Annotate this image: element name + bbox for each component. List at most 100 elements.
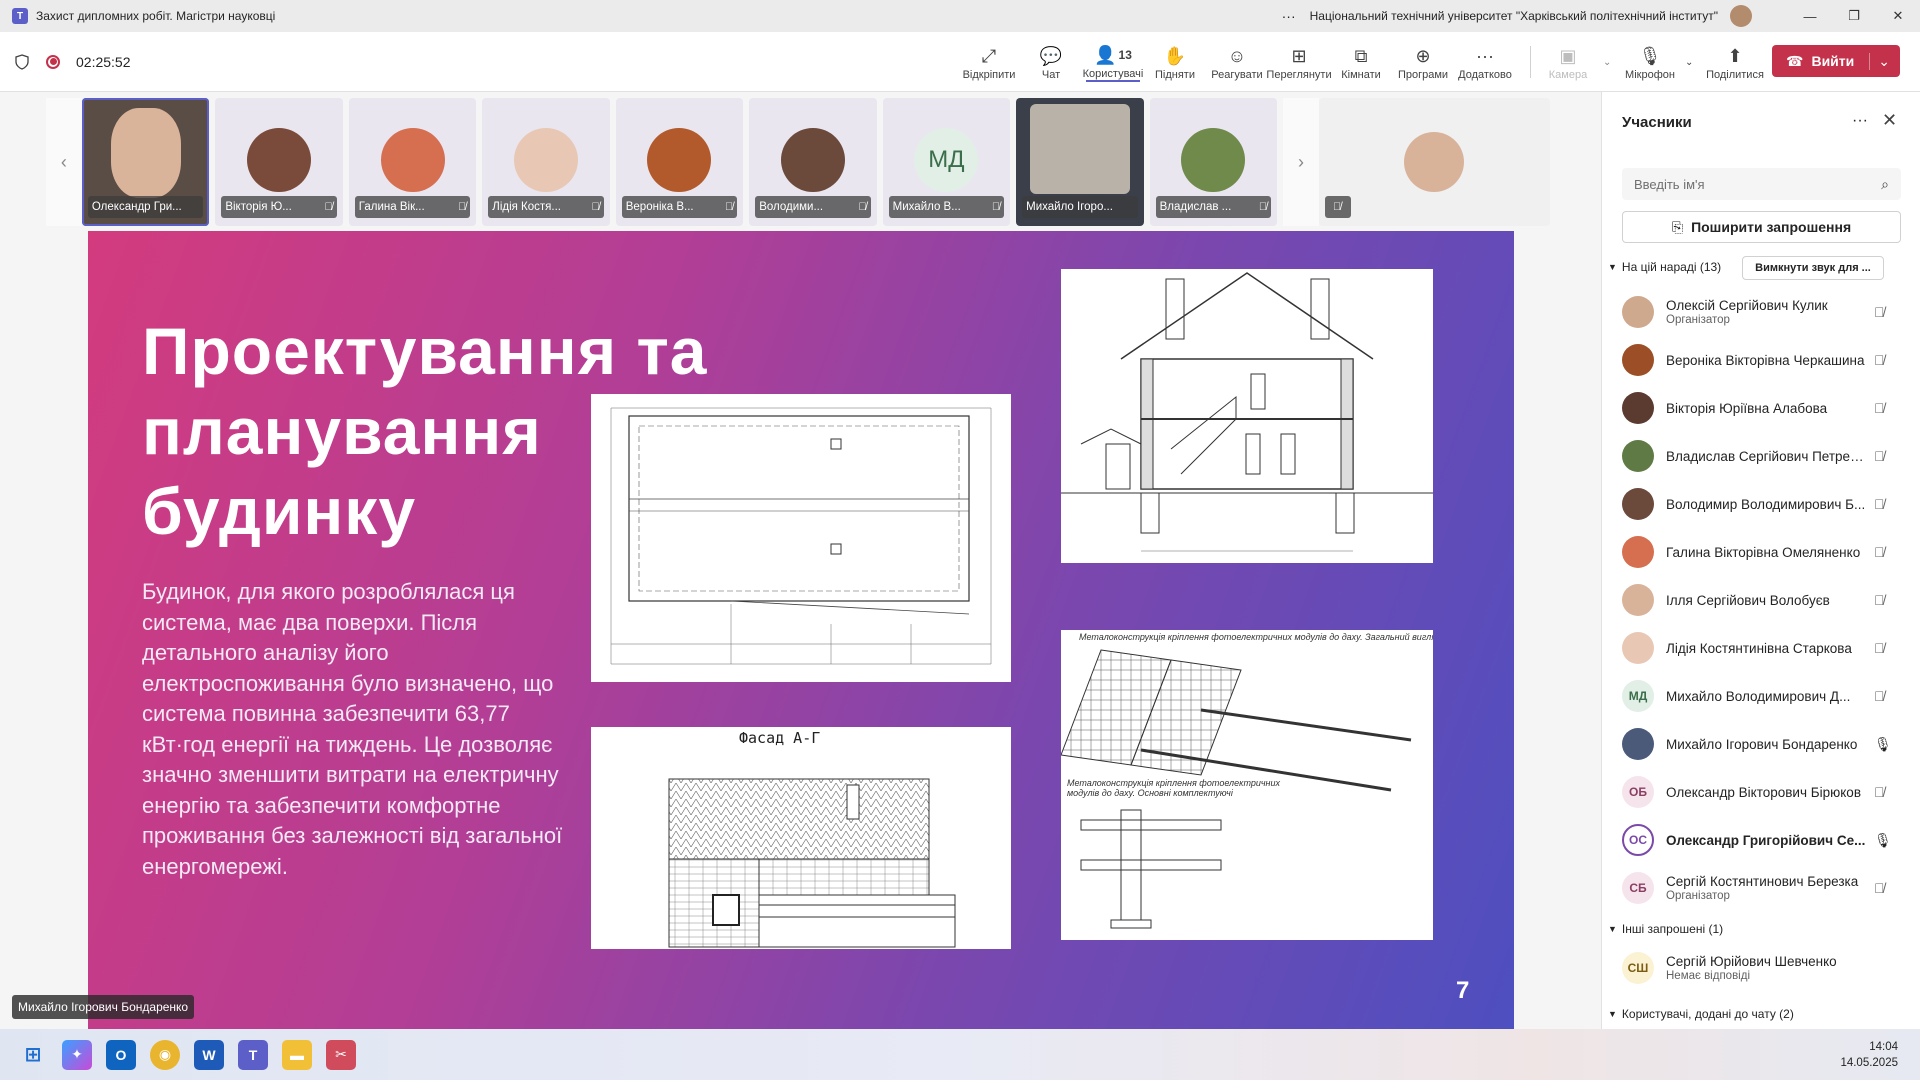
thumbnail[interactable]: Михайло Ігоро...: [1016, 98, 1144, 226]
participant-list: Олексій Сергійович Кулик Організатор 🎙̸ В…: [1602, 288, 1920, 912]
outlook-icon[interactable]: O: [106, 1039, 136, 1070]
participant-name: Володимир Володимирович Б...: [1666, 496, 1866, 512]
participant-row[interactable]: Ілля Сергійович Волобуєв 🎙̸: [1602, 576, 1920, 624]
camera-chevron-icon[interactable]: ⌄: [1603, 57, 1617, 68]
participant-row[interactable]: СБ Сергій Костянтинович Березка Організат…: [1602, 864, 1920, 912]
tool-view[interactable]: ⊞ Переглянути: [1266, 43, 1331, 82]
snipping-tool-icon[interactable]: ✂: [326, 1039, 356, 1070]
mic-off-icon: 🎙̸: [1874, 784, 1885, 800]
tool-unpin[interactable]: ⤢ Відкріпити: [962, 43, 1016, 82]
tool-people[interactable]: 👤 13 Користувачі: [1083, 42, 1143, 82]
slide-page-number: 7: [1456, 977, 1470, 1004]
mount-title-1: Металоконструкція кріплення фотоелектрич…: [1079, 632, 1433, 642]
section-chat-added[interactable]: ▼ Користувачі, додані до чату (2): [1608, 1007, 1794, 1021]
view-icon: ⊞: [1291, 45, 1307, 66]
participant-row[interactable]: ОБ Олександр Вікторович Бірюков 🎙̸: [1602, 768, 1920, 816]
participant-row[interactable]: Вероніка Вікторівна Черкашина 🎙̸: [1602, 336, 1920, 384]
tool-react[interactable]: ☺ Реагувати: [1210, 43, 1264, 82]
invited-row[interactable]: СШ Сергій Юрійович Шевченко Немає відпові…: [1602, 944, 1920, 992]
thumbs-next-icon[interactable]: ›: [1283, 98, 1319, 226]
thumbnail[interactable]: Вікторія Ю... 🎙̸: [215, 98, 343, 226]
participant-row[interactable]: Вікторія Юріївна Алабова 🎙̸: [1602, 384, 1920, 432]
tool-label: Кімнати: [1341, 69, 1381, 81]
thumbnail[interactable]: Олександр Гри...: [81, 98, 210, 226]
participant-name: Михайло Ігорович Бондаренко: [1666, 736, 1858, 752]
participant-row[interactable]: Михайло Ігорович Бондаренко 🎙: [1602, 720, 1920, 768]
tool-label: Реагувати: [1211, 69, 1263, 81]
participant-row[interactable]: Владислав Сергійович Петренко 🎙̸: [1602, 432, 1920, 480]
thumbnail[interactable]: Лідія Костя... 🎙̸: [482, 98, 610, 226]
participant-name: Олександр Вікторович Бірюков: [1666, 784, 1861, 800]
panel-title: Учасники: [1622, 114, 1692, 131]
tool-apps[interactable]: ⊕ Програми: [1396, 43, 1450, 82]
thumbnail-name: Лідія Костя... 🎙̸: [488, 196, 604, 218]
participant-avatar: [1622, 392, 1654, 424]
windows-taskbar: ⊞ ✦ O ◉ W T ▬ ✂ 14:04 14.05.2025: [0, 1029, 1920, 1080]
participant-name: Ілля Сергійович Волобуєв: [1666, 592, 1830, 608]
thumbnail[interactable]: МД Михайло В... 🎙̸: [882, 98, 1011, 226]
thumbnail-name: Михайло Ігоро...: [1022, 196, 1138, 218]
mount-title-2: Металоконструкція кріплення фотоелектрич…: [1067, 778, 1280, 798]
panel-close-icon[interactable]: ✕: [1882, 110, 1897, 131]
meeting-tools: ⤢ Відкріпити 💬 Чат 👤 13 Користувачі ✋ Під…: [962, 32, 1773, 92]
participant-initials: СБ: [1622, 872, 1654, 904]
tool-chat[interactable]: 💬 Чат: [1024, 43, 1078, 82]
taskbar-clock[interactable]: 14:04 14.05.2025: [1840, 1039, 1898, 1071]
windows-start-icon[interactable]: ⊞: [18, 1040, 48, 1070]
mic-off-icon: 🎙̸: [1874, 448, 1885, 464]
thumbnail[interactable]: Владислав ... 🎙̸: [1149, 98, 1278, 226]
mic-off-icon: 🎙̸: [458, 201, 467, 213]
participant-search-input[interactable]: Введіть ім'я ⌕: [1622, 168, 1901, 200]
thumbnail[interactable]: Галина Вік... 🎙̸: [348, 98, 477, 226]
self-view[interactable]: 🎙̸: [1318, 98, 1550, 226]
close-window-icon[interactable]: ✕: [1876, 8, 1920, 24]
thumbnail-name-text: Галина Вік...: [358, 201, 425, 213]
more-options-icon[interactable]: ···: [1282, 8, 1296, 24]
participants-count: 13: [1118, 48, 1132, 62]
active-speaker-label: Михайло Ігорович Бондаренко: [12, 995, 195, 1019]
participant-row[interactable]: Лідія Костянтинівна Старкова 🎙̸: [1602, 624, 1920, 672]
section-label: Інші запрошені (1): [1621, 922, 1724, 936]
thumbnail[interactable]: Вероніка В... 🎙̸: [615, 98, 744, 226]
account-avatar[interactable]: [1730, 5, 1752, 27]
word-icon[interactable]: W: [194, 1039, 224, 1070]
mic-off-icon: 🎙̸: [724, 201, 734, 213]
section-other-invited[interactable]: ▼ Інші запрошені (1): [1608, 922, 1723, 936]
teams-taskbar-icon[interactable]: T: [238, 1039, 268, 1070]
participant-row[interactable]: Галина Вікторівна Омеляненко 🎙̸: [1602, 528, 1920, 576]
thumbnail[interactable]: Володими... 🎙̸: [749, 98, 877, 226]
mic-button[interactable]: 🎙 Мікрофон: [1623, 43, 1677, 82]
chrome-icon[interactable]: ◉: [150, 1039, 180, 1070]
mic-off-icon: 🎙̸: [1874, 640, 1885, 656]
leave-chevron-icon[interactable]: ⌄: [1869, 52, 1890, 70]
participant-avatar: [1622, 536, 1654, 568]
participant-row[interactable]: Володимир Володимирович Б... 🎙̸: [1602, 480, 1920, 528]
participant-row[interactable]: МД Михайло Володимирович Д... 🎙̸: [1602, 672, 1920, 720]
leave-button[interactable]: ☎ Вийти ⌄: [1772, 45, 1900, 77]
participants-panel: Учасники ··· ✕ Введіть ім'я ⌕ ⎘ Поширити…: [1601, 92, 1920, 1029]
shield-icon: [15, 53, 29, 70]
share-button[interactable]: ⬆ Поділитися: [1705, 43, 1765, 82]
thumbnail-name-text: Олександр Гри...: [91, 201, 182, 213]
teams-icon: T: [12, 8, 28, 24]
participant-name: Олексій Сергійович Кулик: [1666, 298, 1828, 313]
tool-more[interactable]: ··· Додатково: [1458, 43, 1512, 82]
tool-rooms[interactable]: ⧉ Кімнати: [1334, 43, 1388, 82]
thumbs-prev-icon[interactable]: ‹: [46, 98, 82, 226]
panel-more-icon[interactable]: ···: [1852, 112, 1868, 130]
mic-chevron-icon[interactable]: ⌄: [1685, 57, 1699, 68]
tool-raise-hand[interactable]: ✋ Підняти: [1148, 43, 1202, 82]
restore-icon[interactable]: ❐: [1832, 8, 1876, 24]
section-in-meeting[interactable]: ▼ На цій нараді (13): [1608, 260, 1721, 274]
participant-row[interactable]: ОС Олександр Григорійович Се... 🎙: [1602, 816, 1920, 864]
share-invite-button[interactable]: ⎘ Поширити запрошення: [1622, 211, 1901, 243]
file-explorer-icon[interactable]: ▬: [282, 1039, 312, 1070]
leave-label: Вийти: [1811, 53, 1855, 69]
participant-row[interactable]: Олексій Сергійович Кулик Організатор 🎙̸: [1602, 288, 1920, 336]
mic-off-icon: 🎙̸: [1874, 304, 1885, 320]
camera-button[interactable]: ▣ Камера: [1541, 43, 1595, 82]
copilot-icon[interactable]: ✦: [62, 1039, 92, 1070]
mute-all-button[interactable]: Вимкнути звук для ...: [1742, 256, 1884, 280]
mic-on-icon: 🎙: [1874, 831, 1892, 848]
minimize-icon[interactable]: —: [1788, 9, 1832, 24]
